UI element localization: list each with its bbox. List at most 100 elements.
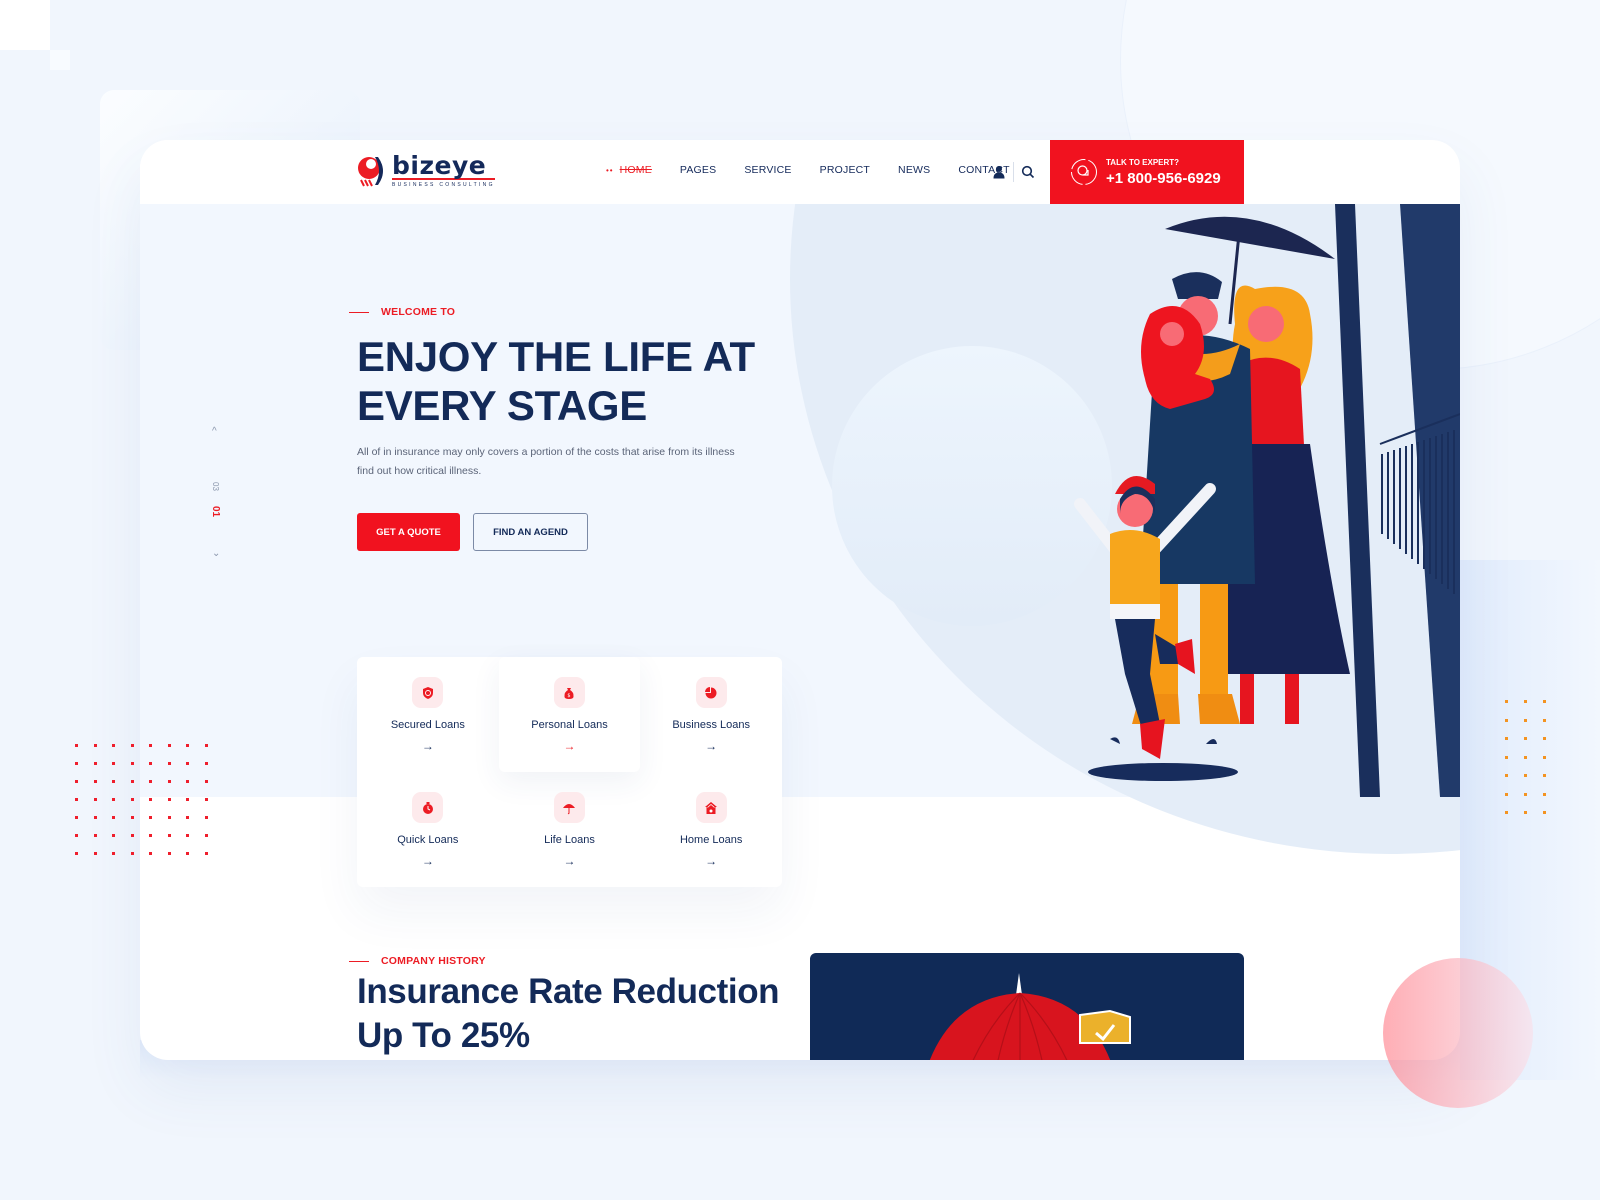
arrow-right-icon[interactable]: → [705, 739, 717, 753]
hero-eyebrow: WELCOME TO [349, 306, 455, 318]
decorative-dot [167, 762, 171, 765]
decorative-dot [186, 798, 189, 801]
arrow-right-icon[interactable]: → [705, 854, 717, 868]
hero-title: ENJOY THE LIFE AT EVERY STAGE [357, 333, 755, 429]
decorative-dot [204, 780, 208, 783]
nav-service[interactable]: SERVICE [744, 164, 791, 176]
decorative-dot [204, 834, 208, 837]
decorative-square-small [50, 50, 70, 70]
logo[interactable]: bizeye BUSINESS CONSULTING [356, 153, 495, 188]
decorative-dot [149, 798, 152, 801]
decorative-dot [186, 834, 189, 837]
user-icon[interactable] [992, 165, 1006, 179]
decorative-dot [112, 798, 115, 801]
decorative-dot [93, 834, 97, 837]
decorative-pink-circle [1383, 958, 1533, 1108]
logo-tagline: BUSINESS CONSULTING [392, 182, 495, 188]
decorative-dot [1524, 718, 1527, 722]
decorative-dot [130, 780, 134, 783]
nav-home[interactable]: HOME [620, 164, 652, 176]
decorative-dot [93, 816, 97, 819]
decorative-dot [149, 762, 152, 765]
decorative-dot [1505, 737, 1508, 740]
loan-card-life[interactable]: Life Loans → [499, 772, 641, 887]
decorative-dot [1524, 774, 1527, 777]
loan-name: Life Loans [544, 834, 595, 846]
decorative-dot [167, 834, 171, 837]
decorative-dot [75, 780, 78, 783]
decorative-dot [149, 780, 152, 783]
decorative-dot [204, 798, 208, 801]
loan-card-secured[interactable]: Secured Loans → [357, 657, 499, 772]
get-a-quote-button[interactable]: GET A QUOTE [357, 513, 460, 551]
find-an-agent-button[interactable]: FIND AN AGEND [473, 513, 588, 551]
slide-current: 01 [210, 505, 222, 518]
decorative-dot [93, 852, 97, 855]
decorative-dot [1543, 811, 1546, 814]
loan-name: Quick Loans [397, 834, 459, 846]
cta-phone[interactable]: +1 800-956-6929 [1106, 170, 1221, 187]
decorative-dot [1524, 755, 1527, 759]
arrow-right-icon[interactable]: → [422, 739, 434, 753]
decorative-dot [112, 852, 115, 855]
nav-pages[interactable]: PAGES [680, 164, 716, 176]
decorative-dot [130, 744, 134, 747]
slide-prev-button[interactable]: ^ [212, 426, 217, 437]
decorative-dot [149, 744, 152, 747]
history-title: Insurance Rate Reduction Up To 25% [357, 972, 780, 1055]
decorative-dot [130, 798, 134, 801]
nav-project[interactable]: PROJECT [820, 164, 870, 176]
slide-next-button[interactable]: ⌄ [212, 548, 220, 559]
umbrella-icon [563, 803, 576, 814]
decorative-dot-grid-orange [1505, 700, 1546, 814]
loan-name: Personal Loans [531, 719, 608, 731]
decorative-dot [1524, 792, 1527, 796]
decorative-dot [186, 744, 189, 747]
decorative-dot [93, 780, 97, 783]
hero-description: All of in insurance may only covers a po… [357, 446, 735, 477]
talk-to-expert-button[interactable]: TALK TO EXPERT? +1 800-956-6929 [1050, 140, 1244, 204]
decorative-dot [130, 762, 134, 765]
arrow-right-icon[interactable]: → [563, 739, 575, 753]
loan-categories-grid: Secured Loans → $ Personal Loans → Busin… [357, 657, 782, 887]
hero-eyebrow-text: WELCOME TO [381, 306, 456, 318]
svg-text:$: $ [568, 693, 571, 699]
loan-card-business[interactable]: Business Loans → [640, 657, 782, 772]
decorative-dot [167, 744, 171, 747]
loan-name: Secured Loans [390, 719, 465, 731]
loan-card-home[interactable]: Home Loans → [640, 772, 782, 887]
slide-total: 03 [210, 482, 220, 491]
site-header: bizeye BUSINESS CONSULTING •• HOME PAGES… [140, 140, 1460, 204]
decorative-dot [130, 852, 134, 855]
decorative-dot [186, 852, 189, 855]
decorative-dot [167, 852, 171, 855]
pie-chart-icon [705, 686, 717, 698]
decorative-dot [1505, 700, 1508, 703]
nav-news[interactable]: NEWS [898, 164, 930, 176]
decorative-dot [149, 834, 152, 837]
decorative-dot [149, 816, 152, 819]
loan-card-personal[interactable]: $ Personal Loans → [499, 657, 641, 772]
loan-name: Home Loans [679, 834, 743, 846]
stopwatch-icon [422, 801, 433, 814]
umbrella-shield-illustration [810, 953, 1244, 1060]
decorative-dot [167, 780, 171, 783]
slide-indicator: ^ 03 01 ⌄ [208, 426, 228, 568]
history-eyebrow: COMPANY HISTORY [349, 955, 486, 967]
search-icon[interactable] [1021, 165, 1035, 179]
decorative-dot [1543, 774, 1546, 777]
nav-divider [1013, 162, 1014, 182]
decorative-dot [112, 744, 115, 747]
decorative-dot [204, 762, 208, 765]
decorative-dot [186, 762, 189, 765]
arrow-right-icon[interactable]: → [563, 854, 575, 868]
decorative-dot [75, 762, 78, 765]
loan-card-quick[interactable]: Quick Loans → [357, 772, 499, 887]
arrow-right-icon[interactable]: → [422, 854, 434, 868]
decorative-dot [75, 744, 78, 747]
eyebrow-line [349, 960, 369, 962]
eyebrow-line [349, 311, 369, 313]
decorative-dot-grid-red [75, 744, 208, 855]
decorative-dot [1505, 811, 1508, 814]
decorative-dot [149, 852, 152, 855]
